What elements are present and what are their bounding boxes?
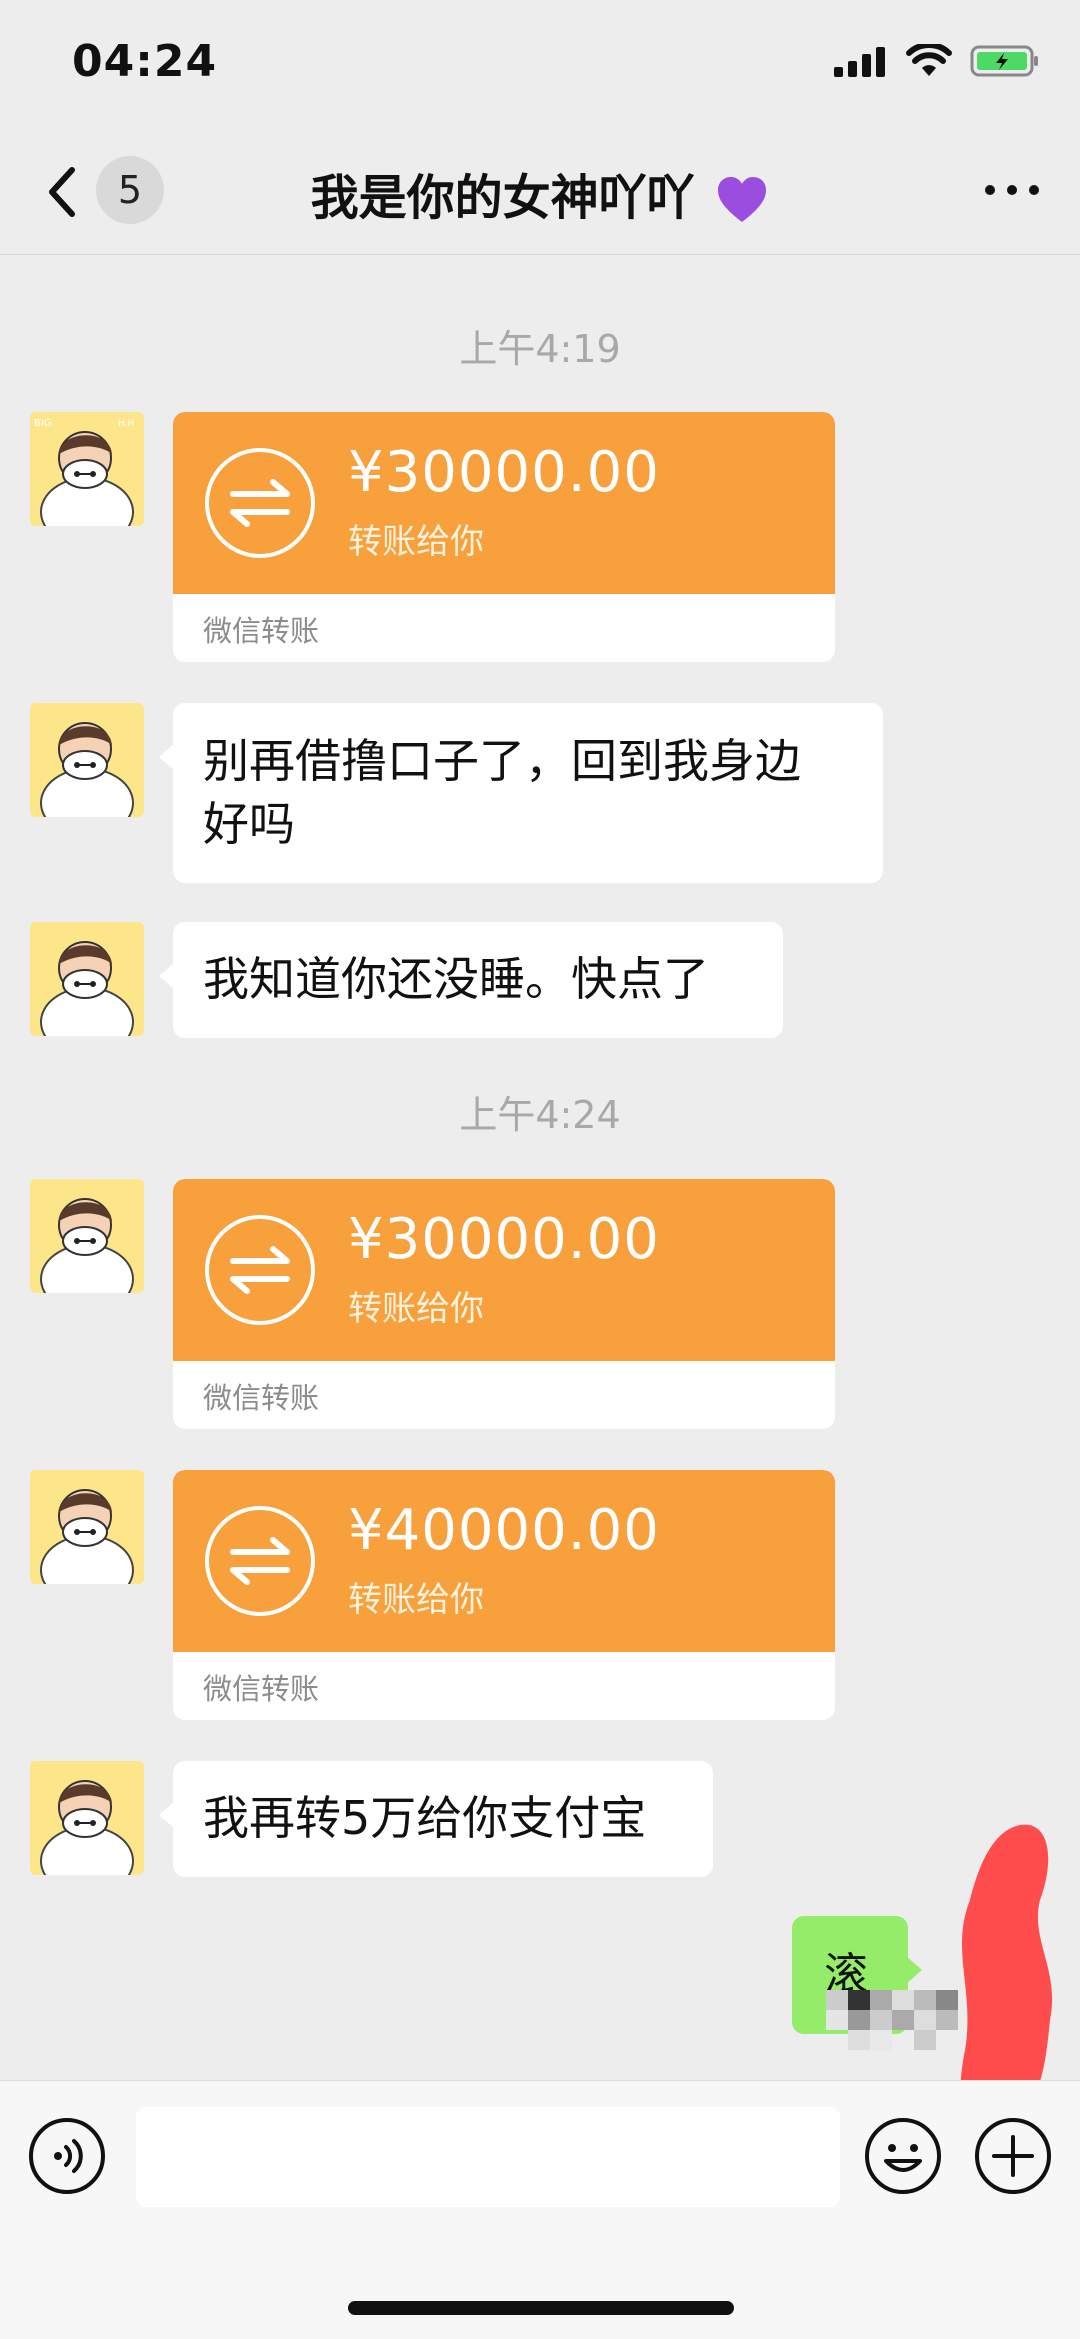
transfer-arrows-icon [205, 1506, 315, 1616]
purple-heart-icon [718, 177, 767, 222]
plus-icon[interactable] [974, 2117, 1052, 2195]
voice-input-icon[interactable] [28, 2117, 106, 2195]
message-bubble[interactable]: 别再借撸口子了，回到我身边 好吗 [159, 703, 883, 883]
avatar[interactable] [30, 703, 144, 817]
emoji-icon[interactable] [864, 2117, 942, 2195]
transfer-card-footer: 微信转账 [173, 1361, 835, 1429]
status-bar: 04:24 [0, 0, 1080, 130]
avatar[interactable] [30, 922, 144, 1036]
transfer-card-header: ¥30000.00 转账给你 [173, 1179, 835, 1361]
wifi-icon [906, 44, 952, 76]
transfer-label: 微信转账 [203, 614, 320, 648]
message-line: 好吗 [203, 797, 295, 851]
transfer-card-footer: 微信转账 [173, 1652, 835, 1720]
battery-icon [970, 45, 1038, 77]
message-line: 别再借撸口子了，回到我身边 [203, 734, 801, 788]
transfer-arrows-icon [205, 448, 315, 558]
input-bar [0, 2080, 1080, 2339]
transfer-card[interactable]: ¥30000.00 转账给你 微信转账 [173, 412, 835, 662]
avatar[interactable]: BIG H.H [30, 412, 144, 526]
svg-text:H.H: H.H [118, 419, 134, 429]
pixelated-area [826, 1990, 958, 2050]
transfer-label: 微信转账 [203, 1672, 320, 1706]
transfer-label: 微信转账 [203, 1381, 320, 1415]
avatar[interactable] [30, 1470, 144, 1584]
transfer-card[interactable]: ¥40000.00 转账给你 微信转账 [173, 1470, 835, 1720]
timestamp: 上午4:19 [459, 327, 621, 371]
status-time: 04:24 [72, 36, 218, 87]
transfer-description: 转账给你 [348, 522, 484, 562]
home-indicator[interactable] [348, 2301, 734, 2315]
transfer-card-header: ¥40000.00 转账给你 [173, 1470, 835, 1652]
transfer-card[interactable]: ¥30000.00 转账给你 微信转账 [173, 1179, 835, 1429]
transfer-description: 转账给你 [348, 1289, 484, 1329]
status-icons [834, 44, 1040, 78]
transfer-description: 转账给你 [348, 1580, 484, 1620]
message-input[interactable] [136, 2107, 840, 2207]
transfer-amount: ¥30000.00 [348, 1207, 660, 1272]
transfer-card-footer: 微信转账 [173, 594, 835, 662]
avatar-image [30, 1179, 144, 1293]
avatar-image [30, 922, 144, 1036]
svg-text:BIG: BIG [34, 418, 52, 429]
message-line: 我再转5万给你支付宝 [203, 1791, 647, 1845]
avatar-image [30, 1470, 144, 1584]
timestamp: 上午4:24 [459, 1093, 621, 1137]
avatar-image: BIG H.H [30, 412, 144, 526]
transfer-amount: ¥40000.00 [348, 1498, 660, 1563]
more-options-icon[interactable] [982, 180, 1042, 200]
message-bubble[interactable]: 我知道你还没睡。快点了 [159, 922, 783, 1038]
transfer-amount: ¥30000.00 [348, 440, 660, 505]
chat-title: 我是你的女神吖吖 [0, 158, 1080, 228]
chat-title-text: 我是你的女神吖吖 [310, 170, 695, 226]
avatar[interactable] [30, 1179, 144, 1293]
signal-icon [834, 47, 885, 77]
avatar-image [30, 1761, 144, 1875]
avatar[interactable] [30, 1761, 144, 1875]
message-line: 我知道你还没睡。快点了 [203, 952, 709, 1006]
message-bubble[interactable]: 我再转5万给你支付宝 [159, 1761, 713, 1877]
transfer-arrows-icon [205, 1215, 315, 1325]
avatar-image [30, 703, 144, 817]
transfer-card-header: ¥30000.00 转账给你 [173, 412, 835, 594]
